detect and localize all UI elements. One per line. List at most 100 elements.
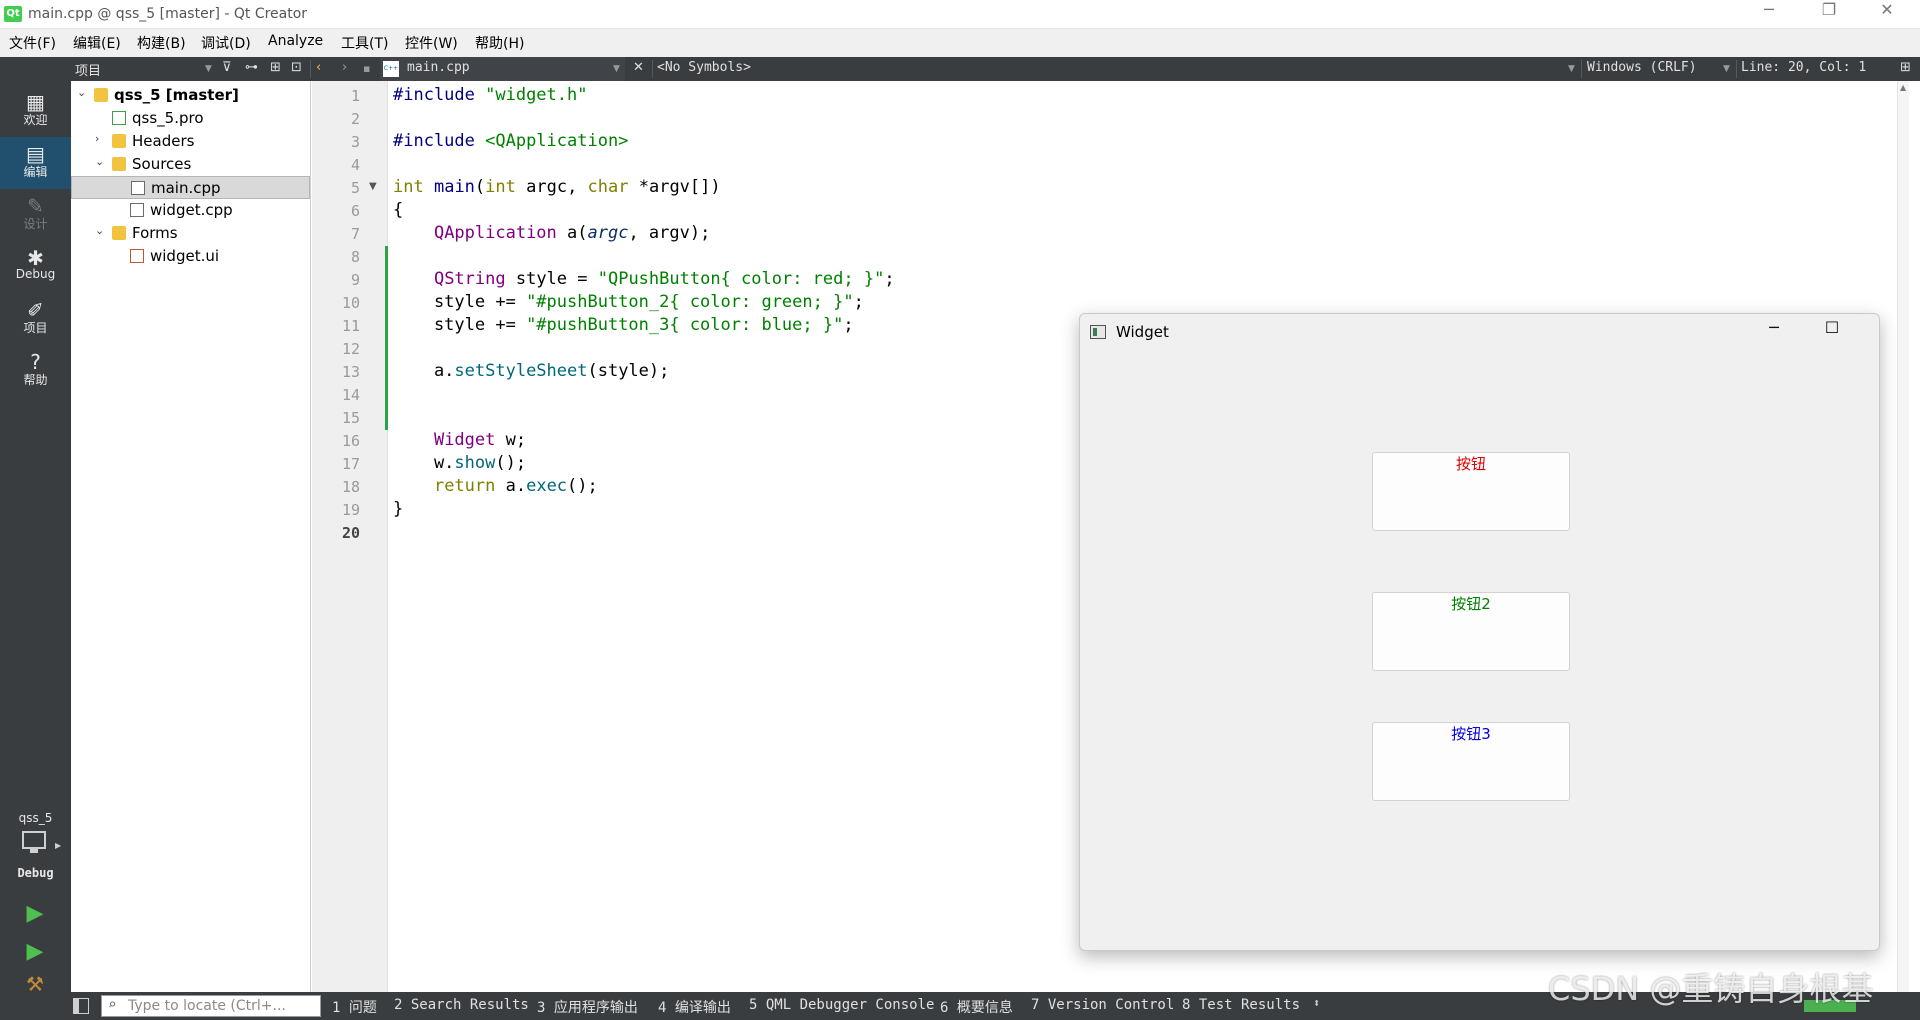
tree-item-label: Headers xyxy=(132,132,195,150)
vertical-scrollbar[interactable]: ▲ xyxy=(1897,81,1909,992)
back-arrow-icon[interactable]: ‹ xyxy=(316,60,321,75)
symbols-dropdown[interactable]: <No Symbols> xyxy=(657,60,751,75)
code-line[interactable]: QApplication a(argc, argv); xyxy=(393,223,710,246)
menu-file[interactable]: 文件(F) xyxy=(9,33,56,53)
sidebar-toggle-icon[interactable] xyxy=(73,998,89,1014)
widget-close-button[interactable]: ✕ xyxy=(1870,318,1879,346)
search-icon: ⌕ xyxy=(108,997,117,1013)
mode-4[interactable]: ✐ 项目 xyxy=(0,293,71,345)
locator[interactable]: ⌕ xyxy=(101,995,321,1017)
menu-build[interactable]: 构建(B) xyxy=(137,33,186,53)
menu-edit[interactable]: 编辑(E) xyxy=(73,33,121,53)
document-name[interactable]: main.cpp xyxy=(407,60,470,75)
edit-document-icon: ▤ xyxy=(26,142,45,166)
monitor-icon[interactable] xyxy=(22,831,46,853)
pane-test-results[interactable]: 8 Test Results xyxy=(1182,997,1300,1013)
tree-item-label: Sources xyxy=(132,155,192,173)
encoding-selector[interactable]: Windows (CRLF) xyxy=(1587,60,1697,75)
tree-item[interactable]: ⌄ Sources xyxy=(71,153,310,176)
mode-label: 设计 xyxy=(23,217,48,231)
code-line[interactable]: { xyxy=(393,200,403,223)
link-icon[interactable]: ⊶ xyxy=(245,60,258,75)
menu-help[interactable]: 帮助(H) xyxy=(475,33,524,53)
mode-1[interactable]: ▤ 编辑 xyxy=(0,137,71,189)
lock-icon: ▪ xyxy=(363,62,371,75)
code-token: ; xyxy=(843,315,854,335)
pane-general-messages[interactable]: 6 概要信息 xyxy=(940,997,1013,1017)
tree-item[interactable]: qss_5.pro xyxy=(71,107,310,130)
code-line[interactable]: style += "#pushButton_3{ color: blue; }"… xyxy=(393,315,854,338)
cursor-position[interactable]: Line: 20, Col: 1 xyxy=(1741,60,1866,75)
code-token: <QApplication> xyxy=(485,131,629,151)
pane-application-output[interactable]: 3 应用程序输出 xyxy=(537,997,638,1017)
close-button[interactable]: ✕ xyxy=(1858,0,1916,29)
push-button-1[interactable]: 按钮 xyxy=(1372,452,1570,531)
document-dropdown-icon[interactable]: ▼ xyxy=(613,64,620,74)
tree-item[interactable]: widget.cpp xyxy=(71,199,310,222)
chevron-right-icon[interactable]: › xyxy=(95,132,107,145)
tree-item-label: Forms xyxy=(132,224,178,242)
mode-3[interactable]: ✱ Debug xyxy=(0,241,71,293)
run-icon[interactable]: ▶ xyxy=(23,901,47,927)
code-line[interactable]: #include <QApplication> xyxy=(393,131,628,154)
widget-minimize-button[interactable]: ─ xyxy=(1754,318,1794,346)
push-button-3[interactable]: 按钮3 xyxy=(1372,722,1570,801)
code-line[interactable]: int main(int argc, char *argv[]) xyxy=(393,177,721,200)
pane-issues[interactable]: 1 问题 xyxy=(332,997,377,1017)
push-button-2[interactable]: 按钮2 xyxy=(1372,592,1570,671)
menu-analyze[interactable]: Analyze xyxy=(268,33,323,49)
panel-dropdown-icon[interactable]: ▼ xyxy=(205,64,212,74)
debug-run-icon[interactable]: ▶ xyxy=(23,939,47,965)
code-token: QString xyxy=(433,269,506,289)
code-line[interactable]: #include "widget.h" xyxy=(393,85,587,108)
code-line[interactable]: a.setStyleSheet(style); xyxy=(393,361,669,384)
code-line[interactable]: w.show(); xyxy=(393,453,526,476)
panel-title-projects[interactable]: 项目 xyxy=(75,60,101,79)
filter-icon[interactable]: ⊽ xyxy=(222,60,232,75)
chevron-down-icon[interactable]: ⌄ xyxy=(77,86,89,99)
code-line[interactable]: style += "#pushButton_2{ color: green; }… xyxy=(393,292,864,315)
code-token: show xyxy=(454,453,496,473)
mode-5[interactable]: ? 帮助 xyxy=(0,345,71,397)
pane-compile-output[interactable]: 4 编译输出 xyxy=(658,997,731,1017)
forward-arrow-icon[interactable]: › xyxy=(342,60,347,75)
tree-item[interactable]: ⌄ qss_5 [master] xyxy=(71,84,310,107)
chevron-down-icon[interactable]: ⌄ xyxy=(95,155,107,168)
close-document-icon[interactable]: ✕ xyxy=(633,60,644,75)
code-token: setStyleSheet xyxy=(454,361,588,381)
locator-input[interactable] xyxy=(128,997,316,1015)
widget-maximize-button[interactable]: ☐ xyxy=(1812,318,1852,346)
tree-item[interactable]: › Headers xyxy=(71,130,310,153)
pro-file-icon xyxy=(112,111,126,125)
pane-scroll-icon[interactable]: ⬍ xyxy=(1313,996,1320,1010)
mode-0[interactable]: ▦ 欢迎 xyxy=(0,85,71,137)
tree-item[interactable]: widget.ui xyxy=(71,245,310,268)
pane-qml-debugger[interactable]: 5 QML Debugger Console xyxy=(749,997,934,1013)
line-number: 11 xyxy=(341,317,360,335)
split-editor-icon[interactable]: ⊞ xyxy=(1900,60,1911,75)
tree-item[interactable]: ⌄ Forms xyxy=(71,222,310,245)
minimize-button[interactable]: ─ xyxy=(1740,0,1798,29)
scroll-up-icon[interactable]: ▲ xyxy=(1900,83,1906,92)
line-number: 5 xyxy=(350,179,360,197)
code-line[interactable]: QString style = "QPushButton{ color: red… xyxy=(393,269,895,292)
restore-button[interactable]: ❐ xyxy=(1800,0,1858,29)
symbols-dropdown-icon[interactable]: ▼ xyxy=(1568,64,1575,74)
code-line[interactable]: return a.exec(); xyxy=(393,476,598,499)
pane-version-control[interactable]: 7 Version Control xyxy=(1031,997,1174,1013)
pane-search-results[interactable]: 2 Search Results xyxy=(394,997,529,1013)
code-line[interactable]: } xyxy=(393,499,403,522)
menu-widgets[interactable]: 控件(W) xyxy=(405,33,458,53)
line-number: 7 xyxy=(350,225,360,243)
split-icon[interactable]: ⊞ xyxy=(270,60,281,75)
tree-item[interactable]: main.cpp xyxy=(71,176,310,199)
fold-marker-icon[interactable]: ▼ xyxy=(369,181,377,192)
encoding-dropdown-icon[interactable]: ▼ xyxy=(1723,64,1730,74)
chevron-down-icon[interactable]: ⌄ xyxy=(95,224,107,237)
close-panel-icon[interactable]: ⊡ xyxy=(291,60,302,75)
menu-debug[interactable]: 调试(D) xyxy=(201,33,251,53)
menu-tools[interactable]: 工具(T) xyxy=(341,33,388,53)
line-number: 13 xyxy=(341,363,360,381)
code-line[interactable]: Widget w; xyxy=(393,430,526,453)
kit-config[interactable]: Debug xyxy=(0,866,71,880)
